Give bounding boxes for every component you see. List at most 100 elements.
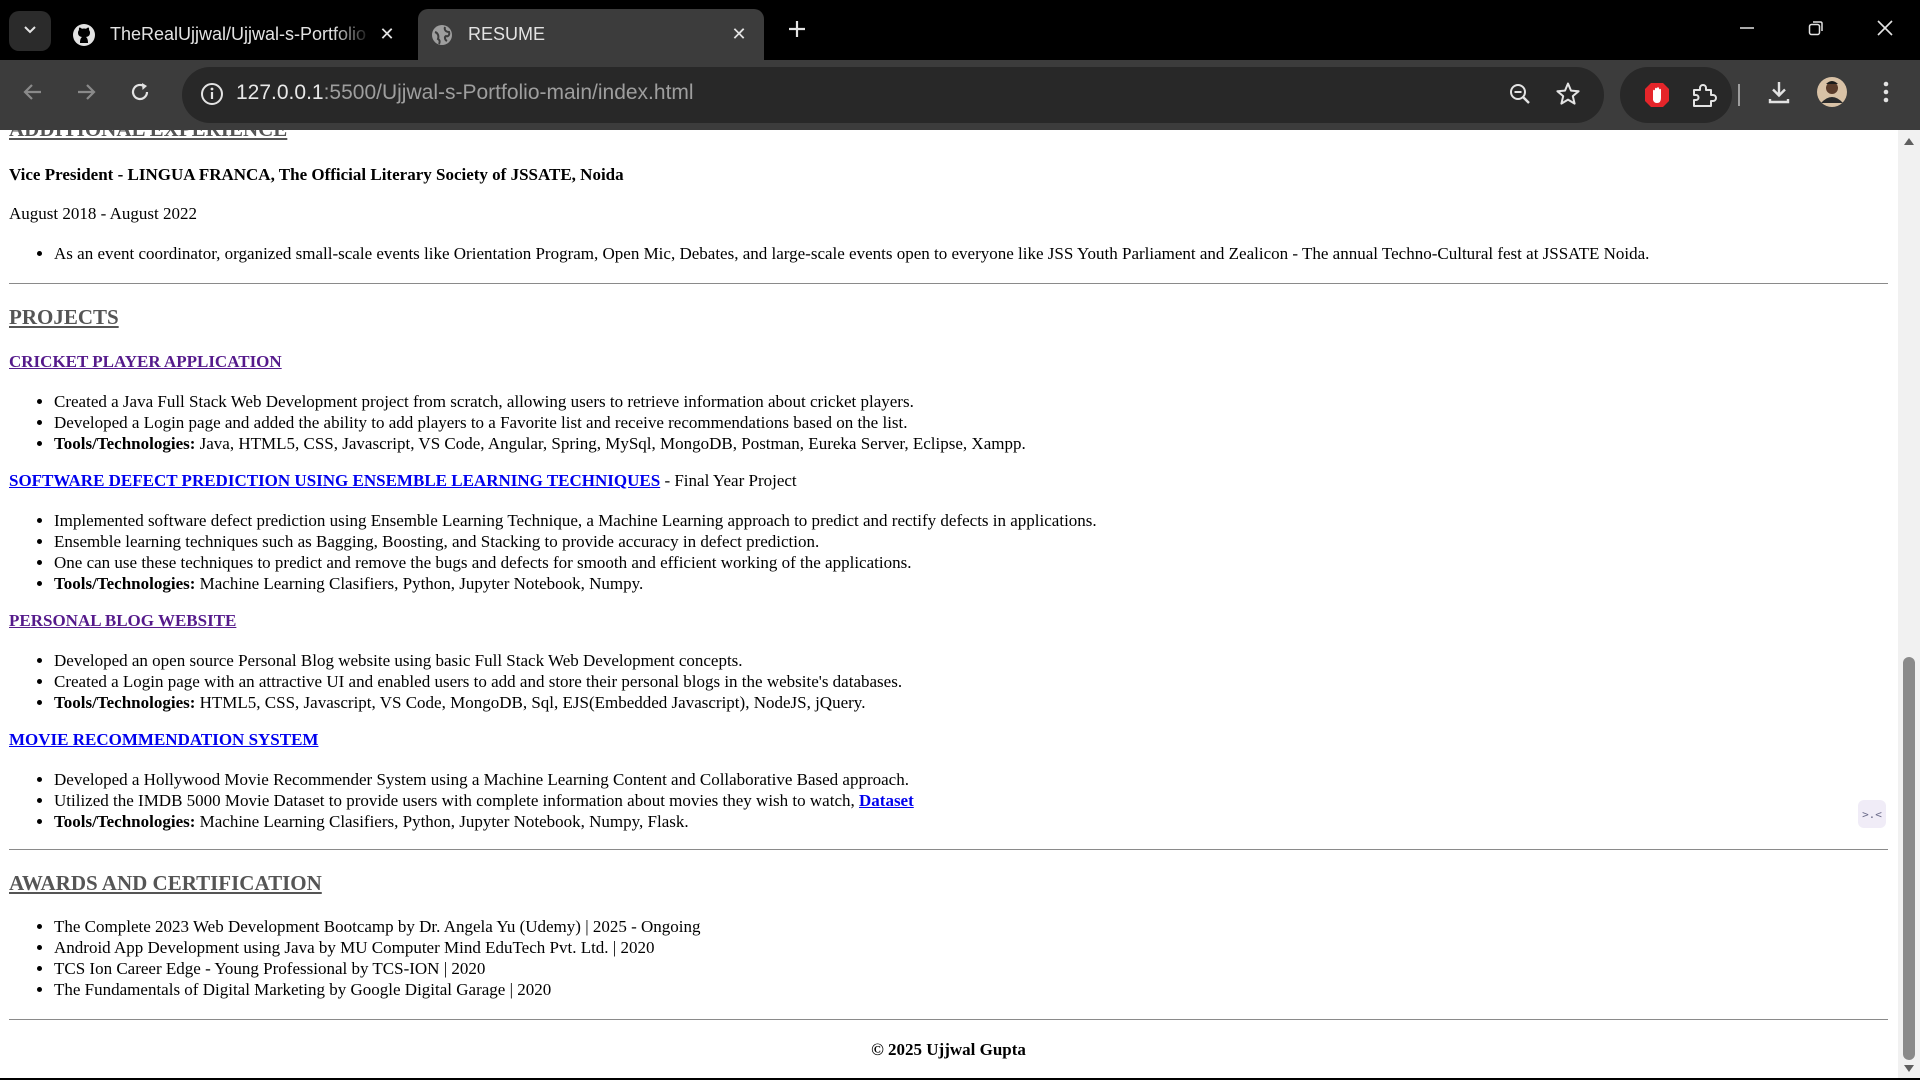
close-tab-icon[interactable]: ✕ — [724, 20, 754, 50]
close-tab-icon[interactable]: ✕ — [372, 20, 402, 50]
list-item: Created a Java Full Stack Web Developmen… — [54, 391, 1026, 412]
list-item: The Complete 2023 Web Development Bootca… — [54, 916, 701, 937]
list-item: Android App Development using Java by MU… — [54, 937, 701, 958]
zoom-icon[interactable] — [1508, 82, 1532, 111]
reload-button[interactable] — [122, 76, 158, 112]
project-title-row: CRICKET PLAYER APPLICATION — [9, 352, 282, 372]
section-divider — [9, 1019, 1888, 1020]
profile-button[interactable] — [1814, 76, 1850, 112]
url-text[interactable]: 127.0.0.1:5500/Ujjwal-s-Portfolio-main/i… — [236, 81, 694, 105]
tools-value: Machine Learning Clasifiers, Python, Jup… — [199, 574, 644, 593]
adblock-hand-icon[interactable] — [1642, 80, 1672, 115]
tools-label: Tools/Technologies: — [54, 693, 196, 712]
list-item: TCS Ion Career Edge - Young Professional… — [54, 958, 701, 979]
bookmark-star-icon[interactable] — [1555, 81, 1581, 112]
page-viewport: ADDITIONAL EXPERIENCE Vice President - L… — [0, 130, 1920, 1078]
scroll-down-arrow-icon[interactable] — [1903, 1063, 1915, 1075]
github-icon — [72, 23, 96, 47]
section-heading-awards: AWARDS AND CERTIFICATION — [9, 871, 322, 895]
tab-strip: TheRealUjjwal/Ujjwal-s-Portfolio ✕ RESUM… — [0, 0, 1920, 60]
project-link-software-defect-prediction[interactable]: SOFTWARE DEFECT PREDICTION USING ENSEMBL… — [9, 471, 660, 490]
scrollbar-thumb[interactable] — [1903, 657, 1915, 1060]
reload-icon — [129, 81, 151, 108]
forward-button[interactable] — [68, 76, 104, 112]
experience-bullets: As an event coordinator, organized small… — [9, 243, 1649, 264]
tools-value: Java, HTML5, CSS, Javascript, VS Code, A… — [199, 434, 1026, 453]
section-divider — [9, 283, 1888, 284]
list-item: Tools/Technologies: HTML5, CSS, Javascri… — [54, 692, 902, 713]
arrow-left-icon — [22, 81, 44, 108]
browser-menu-button[interactable] — [1868, 76, 1904, 112]
list-item: Tools/Technologies: Machine Learning Cla… — [54, 811, 914, 832]
dataset-link[interactable]: Dataset — [859, 791, 914, 810]
extensions-area — [1620, 67, 1732, 123]
section-heading-projects: PROJECTS — [9, 305, 119, 329]
back-button[interactable] — [15, 76, 51, 112]
globe-icon — [430, 23, 454, 47]
bullet-text: Utilized the IMDB 5000 Movie Dataset to … — [54, 791, 859, 810]
new-tab-button[interactable] — [780, 14, 814, 48]
site-info-icon[interactable] — [200, 82, 224, 111]
vertical-scrollbar[interactable] — [1898, 130, 1920, 1078]
tab-resume[interactable]: RESUME ✕ — [418, 9, 764, 60]
list-item: Ensemble learning techniques such as Bag… — [54, 531, 1097, 552]
floating-widget-button[interactable]: >.< — [1858, 800, 1886, 828]
tools-label: Tools/Technologies: — [54, 434, 196, 453]
experience-dates: August 2018 - August 2022 — [9, 204, 197, 223]
browser-toolbar: 127.0.0.1:5500/Ujjwal-s-Portfolio-main/i… — [0, 60, 1920, 130]
list-item: One can use these techniques to predict … — [54, 552, 1097, 573]
scroll-up-arrow-icon[interactable] — [1903, 135, 1915, 147]
downloads-button[interactable] — [1761, 76, 1797, 112]
tools-value: HTML5, CSS, Javascript, VS Code, MongoDB… — [199, 693, 866, 712]
project-subtitle: - Final Year Project — [660, 471, 797, 490]
tools-label: Tools/Technologies: — [54, 574, 196, 593]
list-item: Developed a Hollywood Movie Recommender … — [54, 769, 914, 790]
list-item: As an event coordinator, organized small… — [54, 243, 1649, 264]
minimize-icon — [1739, 20, 1755, 41]
extensions-puzzle-icon[interactable] — [1690, 81, 1718, 114]
avatar — [1816, 76, 1848, 113]
list-item: Developed a Login page and added the abi… — [54, 412, 1026, 433]
tools-value: Machine Learning Clasifiers, Python, Jup… — [199, 812, 689, 831]
tab-title: TheRealUjjwal/Ujjwal-s-Portfolio — [110, 24, 367, 44]
tab-search-button[interactable] — [9, 11, 51, 51]
list-item: Created a Login page with an attractive … — [54, 671, 902, 692]
experience-role: Vice President - LINGUA FRANCA, The Offi… — [9, 165, 624, 184]
close-icon — [1876, 19, 1894, 42]
project-bullets: Developed an open source Personal Blog w… — [9, 650, 902, 713]
project-link-personal-blog[interactable]: PERSONAL BLOG WEBSITE — [9, 611, 236, 630]
project-link-movie-recommendation[interactable]: MOVIE RECOMMENDATION SYSTEM — [9, 730, 318, 749]
restore-button[interactable] — [1793, 8, 1839, 52]
tab-github[interactable]: TheRealUjjwal/Ujjwal-s-Portfolio ✕ — [60, 9, 412, 60]
list-item: Developed an open source Personal Blog w… — [54, 650, 902, 671]
list-item: The Fundamentals of Digital Marketing by… — [54, 979, 701, 1000]
project-title-row: PERSONAL BLOG WEBSITE — [9, 611, 236, 631]
chevron-down-icon — [22, 21, 38, 42]
list-item: Tools/Technologies: Machine Learning Cla… — [54, 573, 1097, 594]
download-icon — [1766, 79, 1792, 110]
list-item: Tools/Technologies: Java, HTML5, CSS, Ja… — [54, 433, 1026, 454]
list-item: Implemented software defect prediction u… — [54, 510, 1097, 531]
url-path: :5500/Ujjwal-s-Portfolio-main/index.html — [323, 81, 694, 104]
arrow-right-icon — [75, 81, 97, 108]
tools-label: Tools/Technologies: — [54, 812, 196, 831]
project-bullets: Developed a Hollywood Movie Recommender … — [9, 769, 914, 832]
project-title-row: MOVIE RECOMMENDATION SYSTEM — [9, 730, 318, 750]
restore-icon — [1808, 20, 1824, 41]
section-heading-additional-experience: ADDITIONAL EXPERIENCE — [9, 130, 287, 142]
minimize-button[interactable] — [1724, 8, 1770, 52]
awards-list: The Complete 2023 Web Development Bootca… — [9, 916, 701, 1000]
project-title-row: SOFTWARE DEFECT PREDICTION USING ENSEMBL… — [9, 471, 797, 491]
address-bar[interactable]: 127.0.0.1:5500/Ujjwal-s-Portfolio-main/i… — [182, 67, 1604, 123]
project-bullets: Created a Java Full Stack Web Developmen… — [9, 391, 1026, 454]
footer-copyright: © 2025 Ujjwal Gupta — [871, 1040, 1026, 1059]
more-vertical-icon — [1882, 80, 1890, 109]
project-link-cricket-player[interactable]: CRICKET PLAYER APPLICATION — [9, 352, 282, 371]
plus-icon — [787, 19, 807, 44]
close-window-button[interactable] — [1862, 8, 1908, 52]
section-divider — [9, 849, 1888, 850]
toolbar-divider — [1738, 84, 1740, 106]
tab-title: RESUME — [468, 24, 546, 44]
list-item: Utilized the IMDB 5000 Movie Dataset to … — [54, 790, 914, 811]
project-bullets: Implemented software defect prediction u… — [9, 510, 1097, 594]
